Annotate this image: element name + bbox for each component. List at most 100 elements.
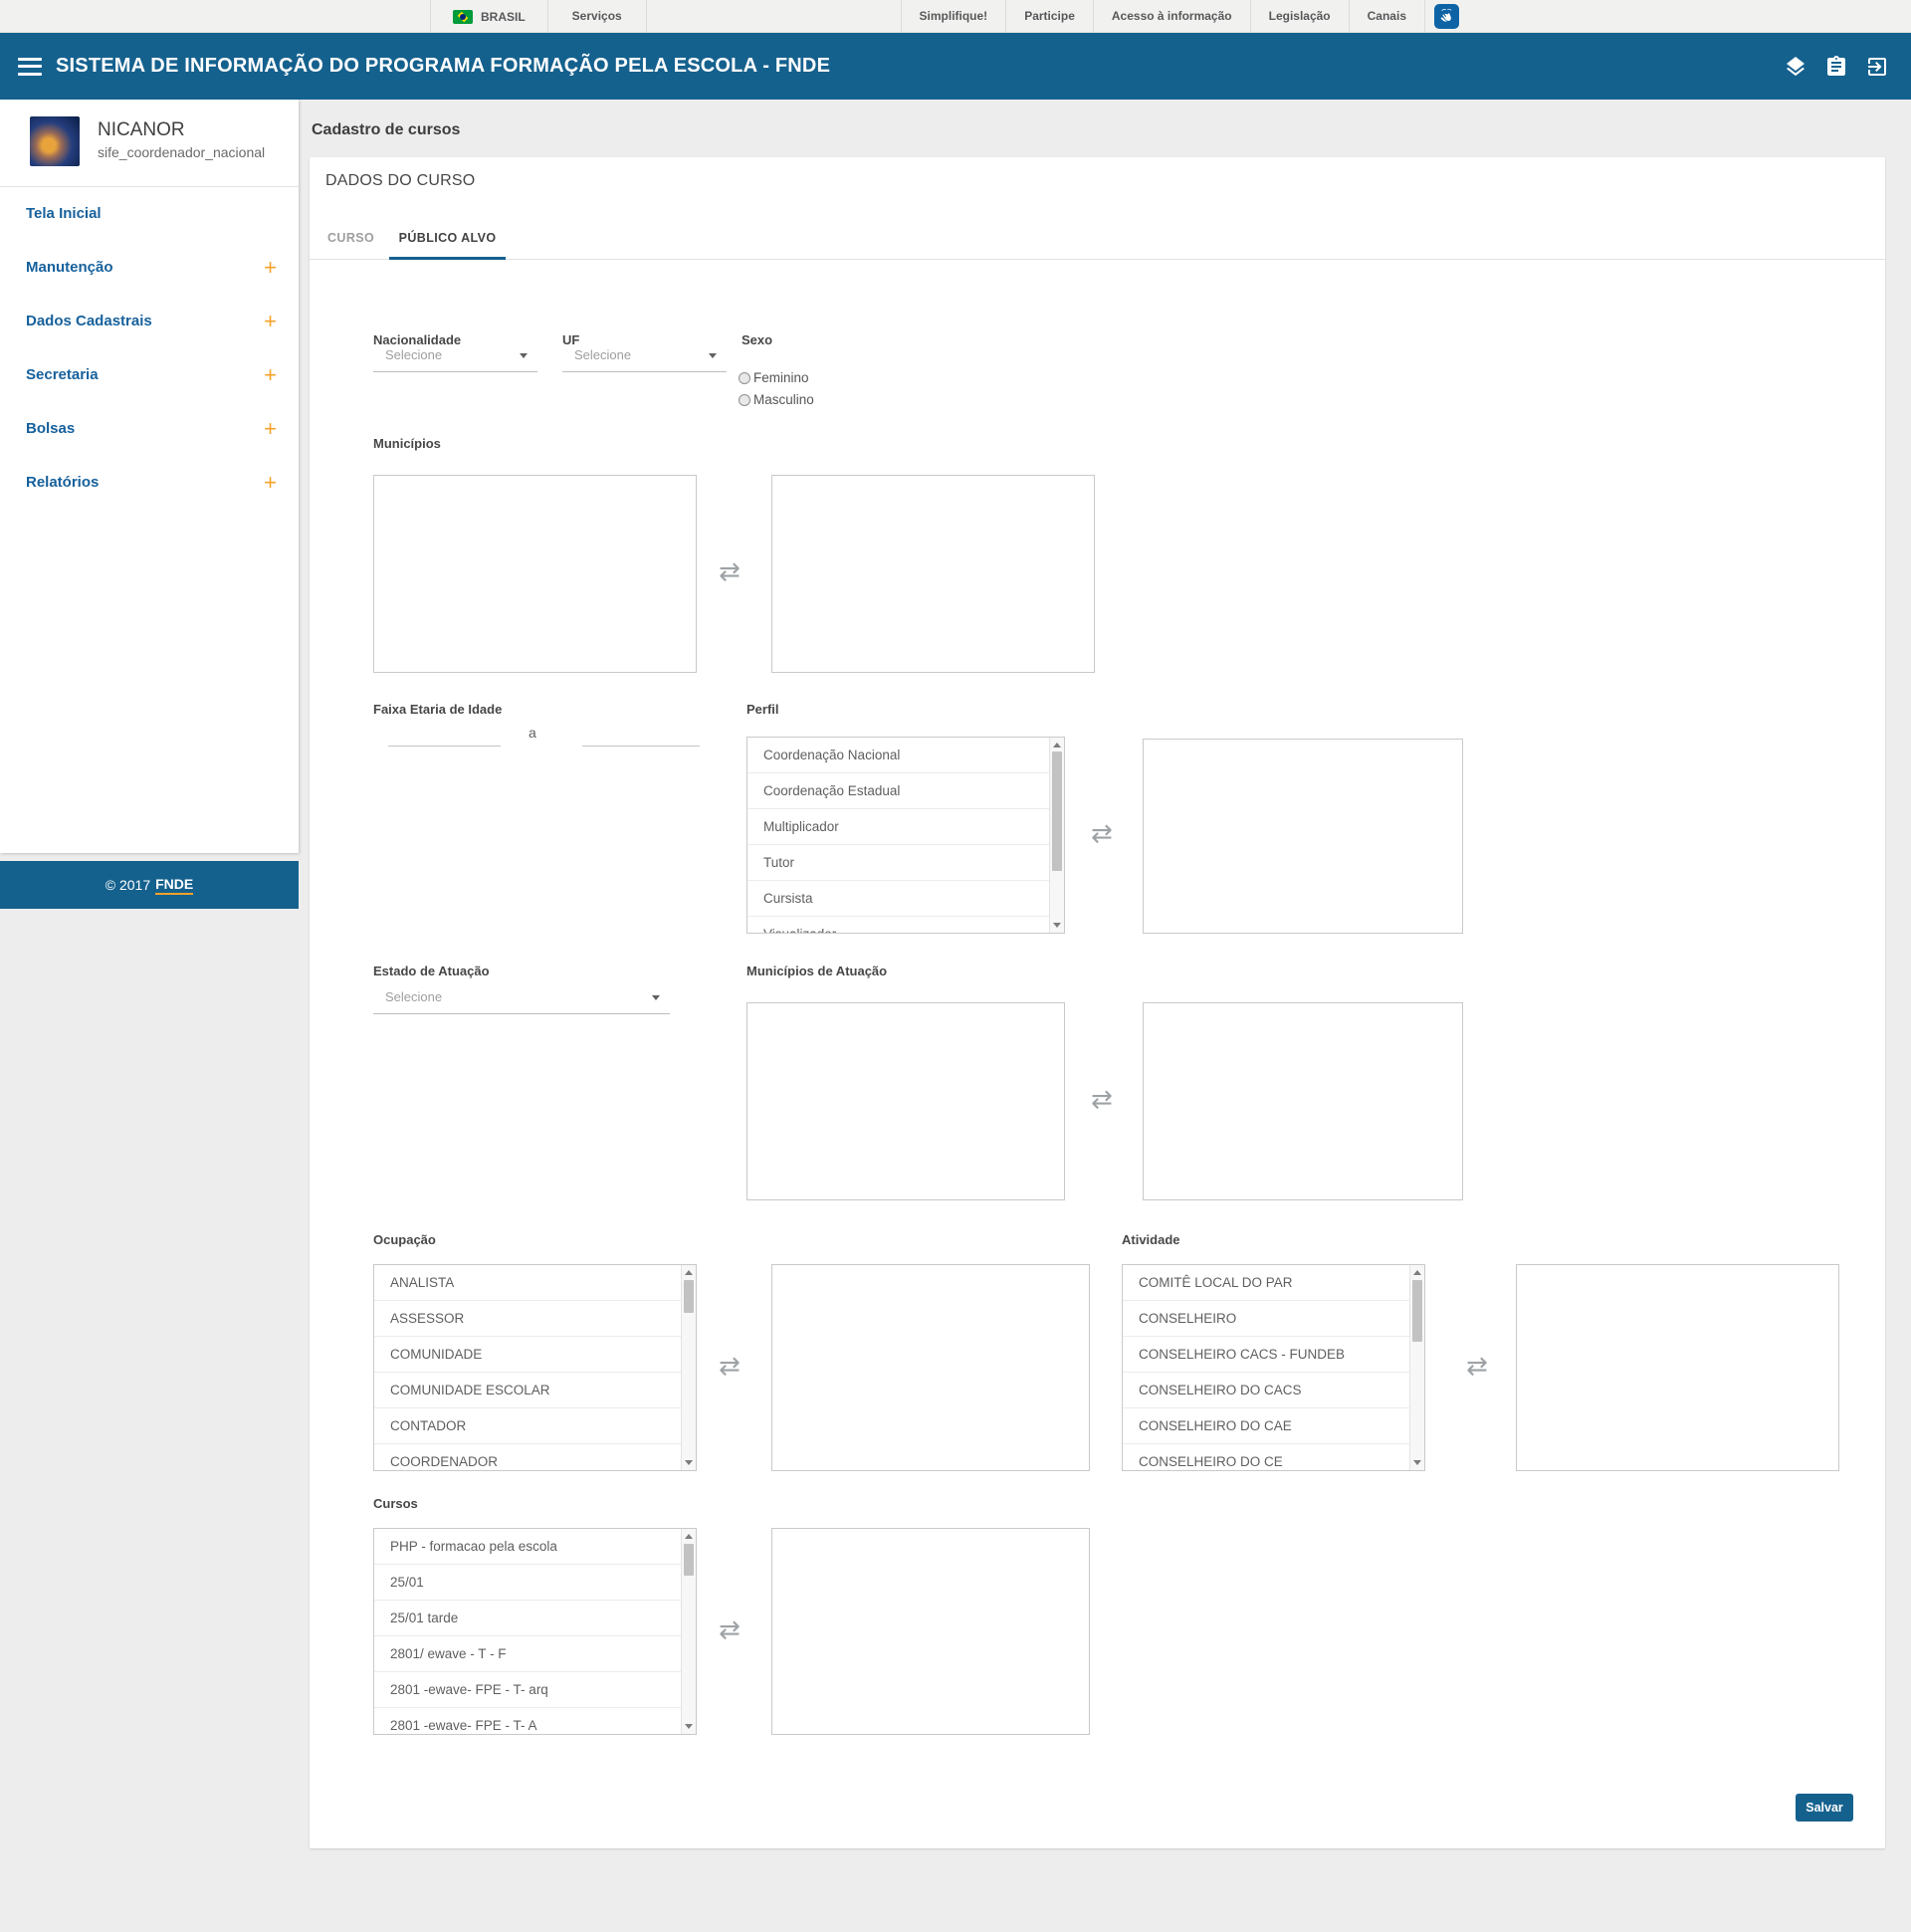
copyright-text: © 2017 (106, 877, 150, 893)
scroll-up-icon[interactable] (1410, 1265, 1424, 1279)
expand-plus-icon[interactable]: + (264, 402, 277, 456)
municipios-atuacao-available-listbox[interactable] (746, 1002, 1065, 1200)
sidebar-item-secretaria[interactable]: Secretaria + (0, 348, 299, 402)
scroll-down-icon[interactable] (682, 1456, 696, 1470)
transfer-arrows-icon: ⇄ (719, 1352, 741, 1382)
scrollbar-thumb[interactable] (684, 1280, 694, 1313)
scroll-up-icon[interactable] (1050, 738, 1064, 751)
nacionalidade-select[interactable]: Selecione (373, 338, 537, 372)
faixa-etaria-to-input[interactable] (582, 719, 700, 747)
expand-plus-icon[interactable]: + (264, 241, 277, 295)
ocupacao-option[interactable]: ASSESSOR (374, 1301, 681, 1337)
sidebar: NICANOR sife_coordenador_nacional Tela I… (0, 100, 299, 853)
save-button[interactable]: Salvar (1796, 1794, 1853, 1822)
servicos-link[interactable]: Serviços (548, 0, 647, 33)
atividade-label: Atividade (1122, 1232, 1180, 1247)
govbar-link[interactable]: Simplifique! (901, 0, 1006, 33)
tab-curso[interactable]: CURSO (318, 217, 384, 260)
scrollbar[interactable] (681, 1265, 696, 1470)
municipios-selected-listbox[interactable] (771, 475, 1095, 673)
govbar-link[interactable]: Participe (1005, 0, 1093, 33)
scroll-down-icon[interactable] (1050, 919, 1064, 933)
menu-icon[interactable] (18, 58, 42, 76)
scroll-up-icon[interactable] (682, 1265, 696, 1279)
atividade-option[interactable]: CONSELHEIRO (1123, 1301, 1409, 1337)
atividade-selected-listbox[interactable] (1516, 1264, 1839, 1471)
perfil-option[interactable]: Tutor (747, 845, 1049, 881)
sidebar-item-tela-inicial[interactable]: Tela Inicial (0, 187, 299, 241)
cursos-available-listbox[interactable]: PHP - formacao pela escola25/0125/01 tar… (373, 1528, 697, 1735)
scrollbar[interactable] (1049, 738, 1064, 933)
ocupacao-selected-listbox[interactable] (771, 1264, 1090, 1471)
scroll-up-icon[interactable] (682, 1529, 696, 1543)
app-title: SISTEMA DE INFORMAÇÃO DO PROGRAMA FORMAÇ… (56, 55, 830, 78)
govbar-link[interactable]: Legislação (1250, 0, 1349, 33)
radio-masculino[interactable] (739, 394, 750, 406)
scrollbar-thumb[interactable] (684, 1544, 694, 1576)
atividade-available-listbox[interactable]: COMITÊ LOCAL DO PARCONSELHEIROCONSELHEIR… (1122, 1264, 1425, 1471)
curso-option[interactable]: 2801/ ewave - T - F (374, 1636, 681, 1672)
sidebar-item-manutencao[interactable]: Manutenção + (0, 241, 299, 295)
scrollbar-thumb[interactable] (1412, 1280, 1422, 1342)
cursos-selected-listbox[interactable] (771, 1528, 1090, 1735)
sidebar-item-bolsas[interactable]: Bolsas + (0, 402, 299, 456)
perfil-option[interactable]: Cursista (747, 881, 1049, 917)
estado-atuacao-select[interactable]: Selecione (373, 980, 670, 1014)
scrollbar-thumb[interactable] (1052, 751, 1062, 871)
scrollbar[interactable] (681, 1529, 696, 1734)
clipboard-icon[interactable] (1824, 55, 1848, 79)
faixa-etaria-separator: a (529, 725, 536, 741)
municipios-atuacao-selected-listbox[interactable] (1143, 1002, 1463, 1200)
govbar-link[interactable]: Acesso à informação (1093, 0, 1250, 33)
perfil-option[interactable]: Visualizador (747, 917, 1049, 934)
perfil-option[interactable]: Coordenação Estadual (747, 773, 1049, 809)
brasil-link[interactable]: BRASIL (430, 0, 548, 33)
atividade-option[interactable]: CONSELHEIRO DO CE (1123, 1444, 1409, 1471)
expand-plus-icon[interactable]: + (264, 456, 277, 510)
atividade-option[interactable]: CONSELHEIRO DO CAE (1123, 1408, 1409, 1444)
tab-publico-alvo[interactable]: PÚBLICO ALVO (389, 217, 507, 260)
curso-option[interactable]: 25/01 (374, 1565, 681, 1601)
ocupacao-available-listbox[interactable]: ANALISTAASSESSORCOMUNIDADECOMUNIDADE ESC… (373, 1264, 697, 1471)
page-title: Cadastro de cursos (312, 121, 460, 139)
course-form-card: DADOS DO CURSO CURSO PÚBLICO ALVO Nacion… (310, 157, 1885, 1848)
curso-option[interactable]: 2801 -ewave- FPE - T- arq (374, 1672, 681, 1708)
perfil-option[interactable]: Multiplicador (747, 809, 1049, 845)
layers-icon[interactable] (1784, 55, 1807, 79)
ocupacao-option[interactable]: ANALISTA (374, 1265, 681, 1301)
chevron-down-icon (709, 353, 717, 358)
scrollbar[interactable] (1409, 1265, 1424, 1470)
curso-option[interactable]: 25/01 tarde (374, 1601, 681, 1636)
expand-plus-icon[interactable]: + (264, 348, 277, 402)
sidebar-item-dados-cadastrais[interactable]: Dados Cadastrais + (0, 295, 299, 348)
logout-icon[interactable] (1865, 55, 1889, 79)
expand-plus-icon[interactable]: + (264, 295, 277, 348)
govbar-link[interactable]: Canais (1349, 0, 1425, 33)
sidebar-item-label: Dados Cadastrais (26, 313, 152, 329)
perfil-selected-listbox[interactable] (1143, 739, 1463, 934)
atividade-option[interactable]: CONSELHEIRO CACS - FUNDEB (1123, 1337, 1409, 1373)
perfil-option[interactable]: Coordenação Nacional (747, 738, 1049, 773)
municipios-available-listbox[interactable] (373, 475, 697, 673)
perfil-available-listbox[interactable]: Coordenação NacionalCoordenação Estadual… (746, 737, 1065, 934)
ocupacao-option[interactable]: COMUNIDADE ESCOLAR (374, 1373, 681, 1408)
radio-feminino[interactable] (739, 372, 750, 384)
estado-atuacao-placeholder: Selecione (385, 989, 442, 1004)
uf-select[interactable]: Selecione (562, 338, 727, 372)
scroll-down-icon[interactable] (682, 1720, 696, 1734)
transfer-arrows-icon: ⇄ (719, 557, 741, 587)
sidebar-item-label: Manutenção (26, 259, 113, 276)
ocupacao-option[interactable]: CONTADOR (374, 1408, 681, 1444)
uf-placeholder: Selecione (574, 347, 631, 362)
sidebar-item-relatorios[interactable]: Relatórios + (0, 456, 299, 510)
ocupacao-option[interactable]: COORDENADOR (374, 1444, 681, 1471)
faixa-etaria-from-input[interactable] (388, 719, 501, 747)
fnde-link[interactable]: FNDE (155, 876, 193, 895)
ocupacao-option[interactable]: COMUNIDADE (374, 1337, 681, 1373)
atividade-option[interactable]: COMITÊ LOCAL DO PAR (1123, 1265, 1409, 1301)
atividade-option[interactable]: CONSELHEIRO DO CACS (1123, 1373, 1409, 1408)
curso-option[interactable]: PHP - formacao pela escola (374, 1529, 681, 1565)
vlibras-accessibility-button[interactable] (1434, 4, 1459, 29)
scroll-down-icon[interactable] (1410, 1456, 1424, 1470)
curso-option[interactable]: 2801 -ewave- FPE - T- A (374, 1708, 681, 1735)
